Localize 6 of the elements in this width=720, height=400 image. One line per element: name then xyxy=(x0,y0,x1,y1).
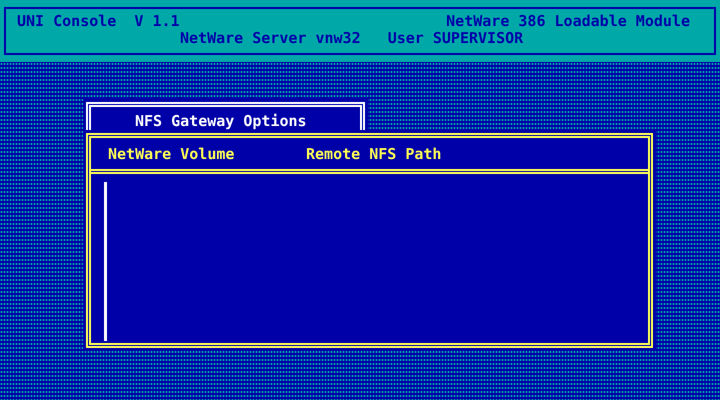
server-info: NetWare Server vnw32 User SUPERVISOR xyxy=(180,29,524,47)
app-title: UNI Console V 1.1 xyxy=(17,13,180,30)
column-header: Remote NFS Path xyxy=(306,144,442,162)
module-label: NetWare 386 Loadable Module xyxy=(446,13,690,30)
dialog-title: NFS Gateway Options xyxy=(135,112,307,130)
column-header: NetWare Volume xyxy=(108,144,236,162)
